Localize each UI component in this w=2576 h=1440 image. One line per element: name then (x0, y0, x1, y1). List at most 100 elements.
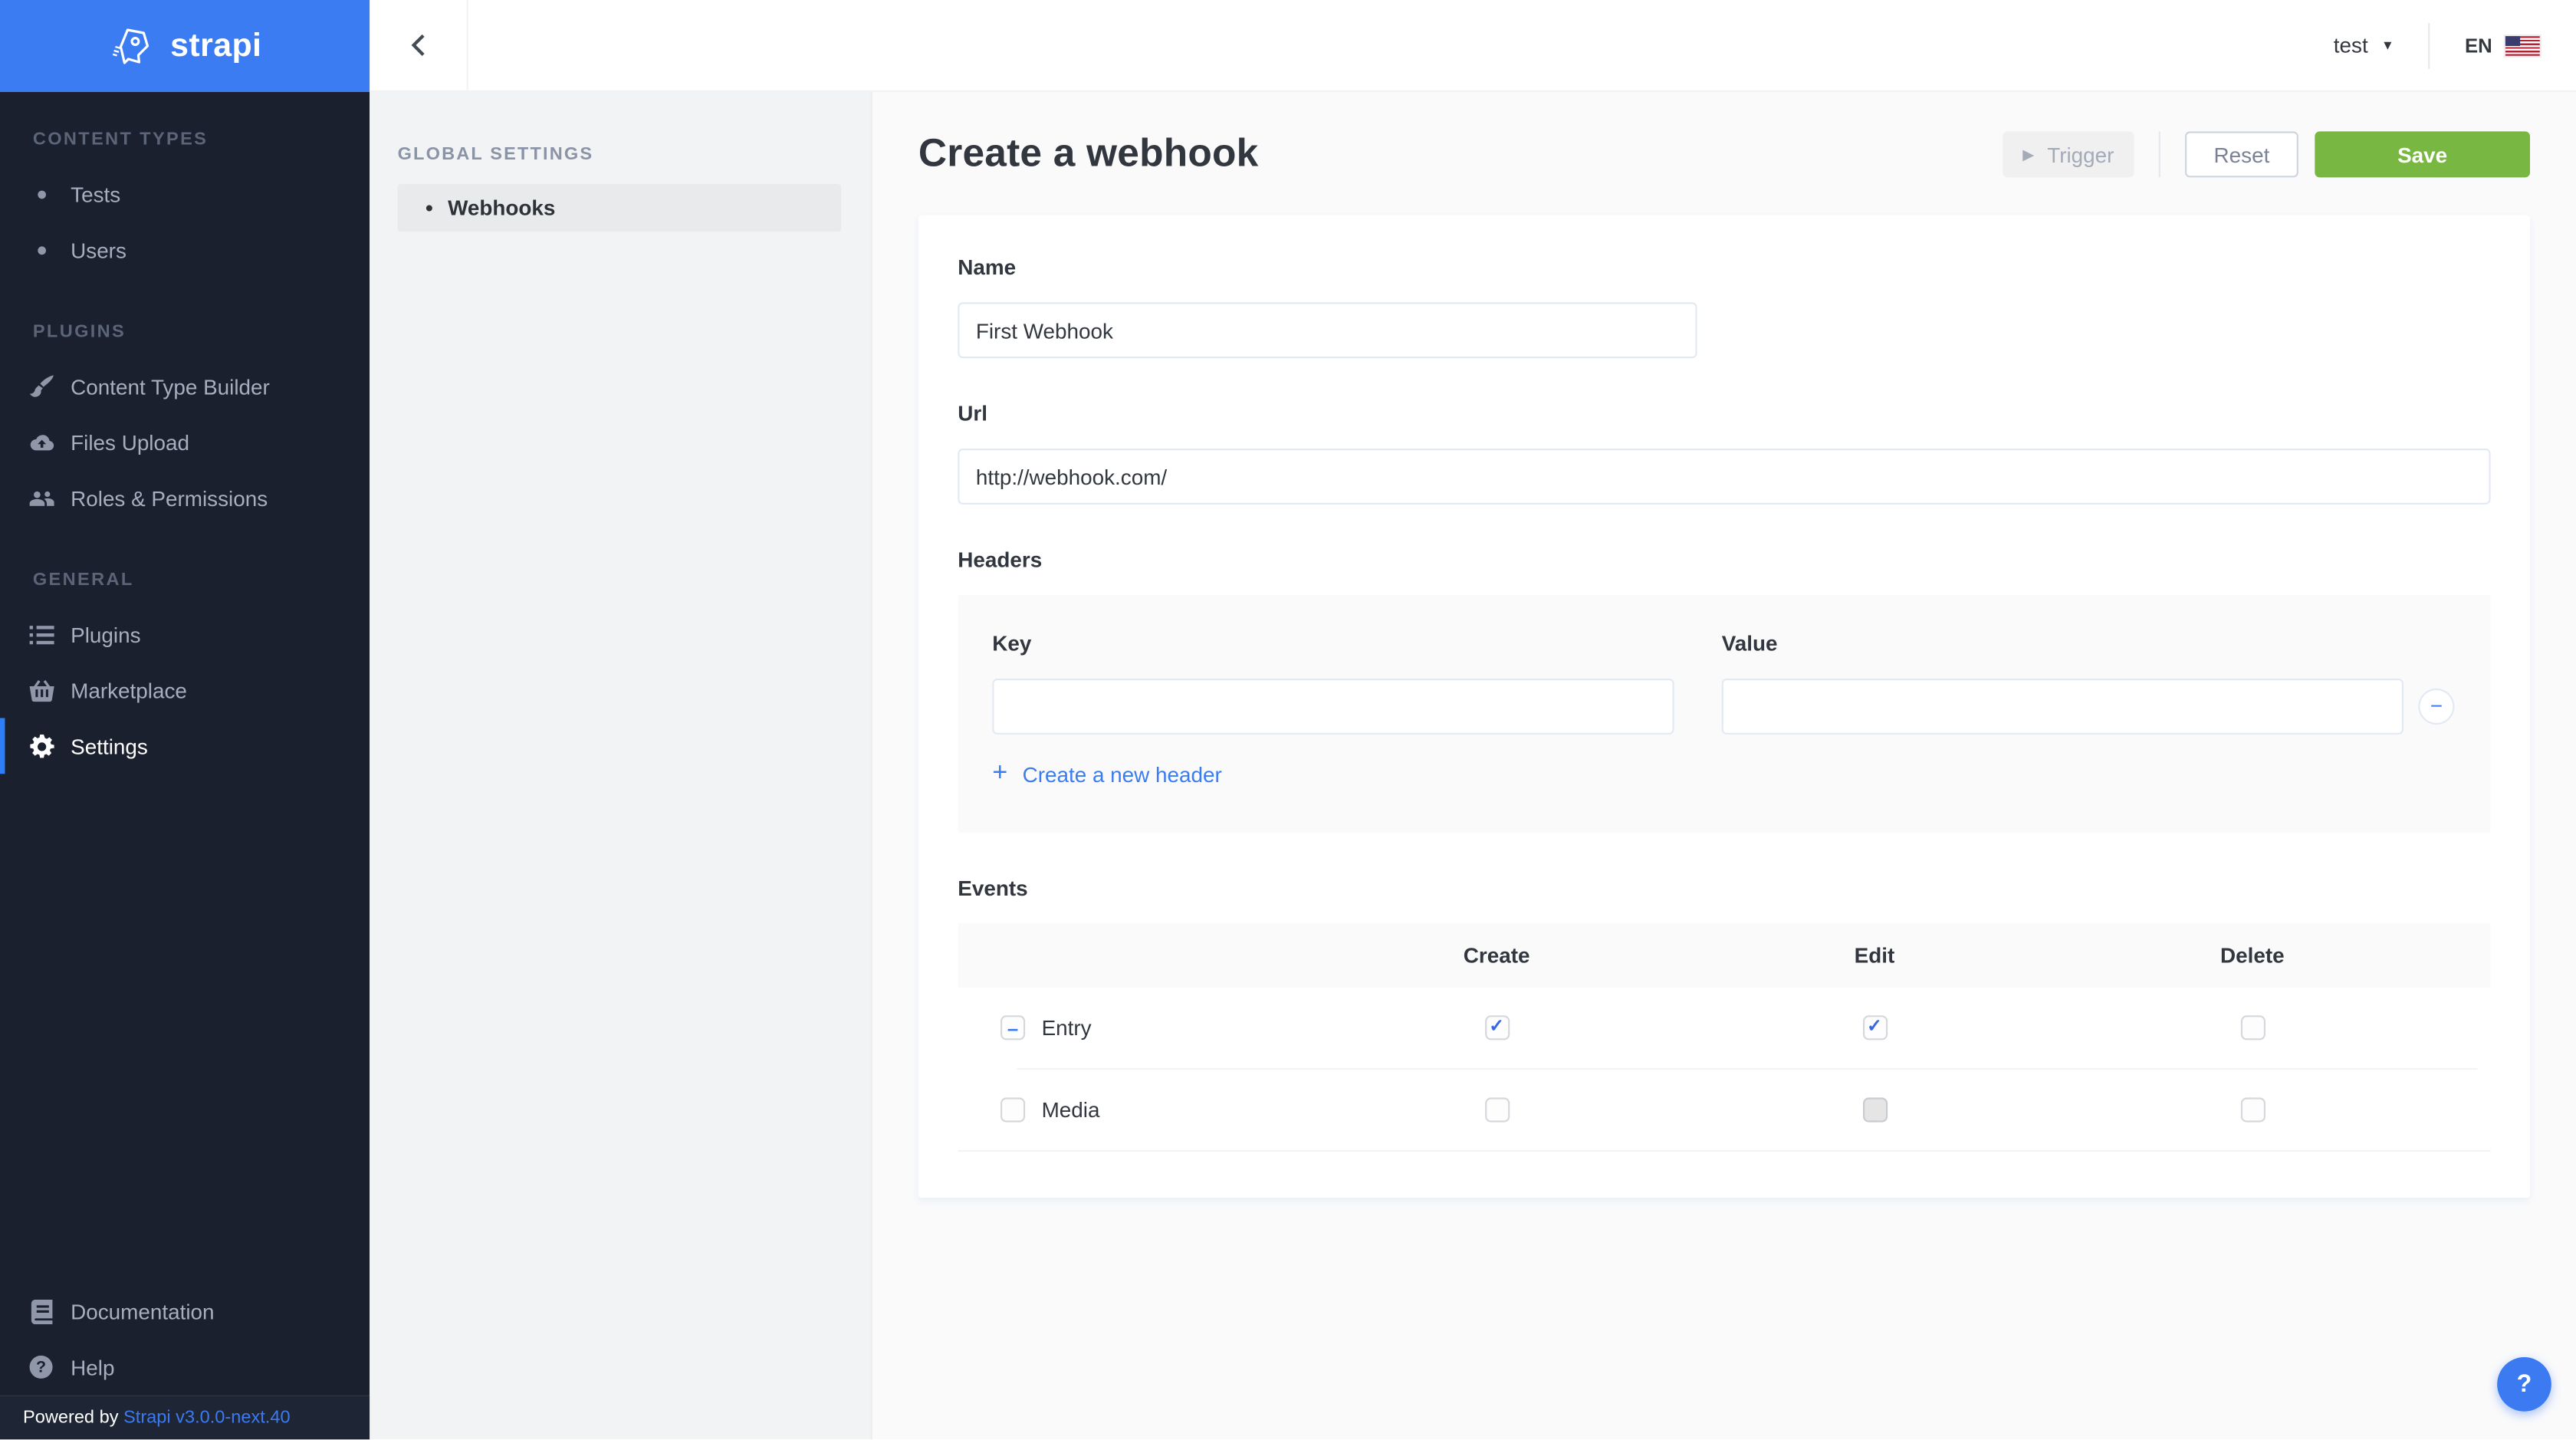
entry-row-checkbox[interactable]: – (1001, 1015, 1026, 1041)
trigger-button[interactable]: ▶ Trigger (2003, 131, 2134, 178)
logo-text: strapi (170, 27, 262, 64)
cloud-upload-icon (28, 429, 54, 455)
sidebar-section-content-types: CONTENT TYPES Tests Users (0, 130, 370, 278)
strapi-version-link[interactable]: Strapi v3.0.0-next.40 (123, 1408, 291, 1428)
url-field-group: Url (958, 400, 2491, 505)
media-create-checkbox[interactable] (1484, 1097, 1510, 1123)
headers-section: Headers Key Value − + Create a new heade… (958, 547, 2491, 833)
sidebar-item-label: Users (71, 237, 127, 262)
entry-delete-checkbox[interactable] (2239, 1015, 2265, 1041)
sidebar-item-label: Help (71, 1354, 115, 1379)
main-sidebar: strapi CONTENT TYPES Tests Users PLUGINS Con… (0, 0, 370, 1440)
media-row-checkbox[interactable] (1001, 1097, 1026, 1123)
header-key-input[interactable] (992, 679, 1674, 735)
header-value-label: Value (1721, 630, 1778, 656)
page-title: Create a webhook (918, 131, 1259, 176)
sidebar-section-label: CONTENT TYPES (32, 130, 209, 150)
url-input[interactable] (958, 449, 2491, 505)
back-button[interactable] (370, 0, 468, 90)
app-window: strapi CONTENT TYPES Tests Users PLUGINS Con… (0, 0, 2576, 1440)
reset-button[interactable]: Reset (2185, 131, 2298, 178)
locale-switcher[interactable]: EN (2465, 33, 2542, 57)
question-circle-icon: ? (28, 1354, 54, 1380)
subnav-item-webhooks[interactable]: • Webhooks (397, 184, 842, 232)
chevron-down-icon: ▼ (2380, 38, 2394, 53)
events-column-create: Create (1463, 943, 1530, 968)
save-button[interactable]: Save (2315, 131, 2530, 178)
header-key-label: Key (992, 630, 1032, 656)
events-cell: ✓ (1686, 1015, 2064, 1041)
users-icon (28, 485, 54, 511)
chevron-left-icon (411, 34, 425, 56)
sidebar-item-label: Content Type Builder (71, 373, 270, 399)
name-input[interactable] (958, 302, 1697, 359)
page-header: Create a webhook ▶ Trigger Reset Save (918, 131, 2530, 178)
add-header-button[interactable]: + Create a new header (992, 760, 1222, 787)
basket-icon (28, 677, 54, 703)
topbar: test ▼ EN (370, 0, 2576, 92)
dot-icon (28, 181, 54, 207)
list-icon (28, 621, 54, 647)
sidebar-section-label: GENERAL (32, 570, 134, 590)
events-label: Events (958, 876, 1028, 901)
events-table: Create Edit Delete – Entry ✓ ✓ Media (958, 923, 2491, 1152)
strapi-logo[interactable]: strapi (0, 0, 370, 92)
gear-icon (28, 733, 54, 759)
user-menu[interactable]: test ▼ (2334, 33, 2394, 58)
help-fab-button[interactable]: ? (2497, 1357, 2551, 1412)
trigger-button-label: Trigger (2047, 142, 2114, 167)
powered-by: Powered by Strapi v3.0.0-next.40 (0, 1395, 370, 1440)
topbar-right: test ▼ EN (2334, 0, 2542, 90)
sidebar-item-roles-permissions[interactable]: Roles & Permissions (0, 470, 370, 526)
media-edit-checkbox (1861, 1097, 1888, 1123)
sidebar-item-documentation[interactable]: Documentation (0, 1284, 370, 1340)
events-row-name: – Entry (958, 1015, 1307, 1041)
events-row-label: Entry (1041, 1015, 1092, 1041)
headers-panel: Key Value − + Create a new header (958, 594, 2491, 833)
events-cell (1686, 1097, 2064, 1123)
sidebar-item-help[interactable]: ? Help (0, 1339, 370, 1395)
main-content: Create a webhook ▶ Trigger Reset Save Na… (872, 92, 2576, 1440)
sidebar-item-label: Settings (71, 733, 148, 758)
sidebar-item-settings[interactable]: Settings (0, 718, 370, 774)
events-cell (2063, 1097, 2441, 1123)
name-field-group: Name (958, 255, 2490, 359)
events-section: Events Create Edit Delete – Entry ✓ ✓ Media (958, 876, 2491, 1152)
sidebar-item-marketplace[interactable]: Marketplace (0, 662, 370, 718)
header-actions: ▶ Trigger Reset Save (2003, 131, 2530, 178)
events-row-entry: – Entry ✓ ✓ (958, 988, 2490, 1068)
events-row-media: Media (958, 1070, 2490, 1150)
events-row-name: Media (958, 1097, 1307, 1123)
entry-create-checkbox[interactable]: ✓ (1484, 1015, 1510, 1041)
sidebar-item-tests[interactable]: Tests (0, 166, 370, 222)
sidebar-section-plugins: PLUGINS Content Type Builder Files Upload R… (0, 322, 370, 526)
media-delete-checkbox[interactable] (2239, 1097, 2265, 1123)
sidebar-nav: CONTENT TYPES Tests Users PLUGINS Content Ty… (0, 92, 370, 774)
user-name: test (2333, 32, 2368, 58)
events-column-delete: Delete (2220, 943, 2285, 968)
headers-label: Headers (958, 547, 1043, 572)
topbar-divider (2428, 21, 2430, 68)
sidebar-item-label: Plugins (71, 622, 141, 647)
subnav-header: GLOBAL SETTINGS (397, 144, 594, 165)
bullet-icon: • (426, 195, 433, 221)
sidebar-item-label: Roles & Permissions (71, 485, 268, 511)
header-value-input[interactable] (1721, 679, 2404, 735)
strapi-rocket-icon (112, 28, 149, 64)
play-icon: ▶ (2022, 145, 2035, 163)
add-header-label: Create a new header (1022, 761, 1222, 787)
sidebar-item-plugins[interactable]: Plugins (0, 607, 370, 662)
actions-divider (2158, 131, 2160, 178)
remove-header-button[interactable]: − (2418, 688, 2455, 725)
sidebar-item-label: Documentation (71, 1298, 215, 1324)
events-table-header: Create Edit Delete (958, 923, 2491, 988)
url-label: Url (958, 400, 987, 426)
sidebar-section-label: PLUGINS (32, 322, 127, 342)
events-cell (2063, 1015, 2441, 1041)
sidebar-item-content-type-builder[interactable]: Content Type Builder (0, 358, 370, 414)
sidebar-item-files-upload[interactable]: Files Upload (0, 414, 370, 470)
sidebar-item-users[interactable]: Users (0, 222, 370, 278)
events-column-edit: Edit (1854, 943, 1895, 968)
minus-icon: − (2430, 692, 2443, 718)
entry-edit-checkbox[interactable]: ✓ (1861, 1015, 1888, 1041)
